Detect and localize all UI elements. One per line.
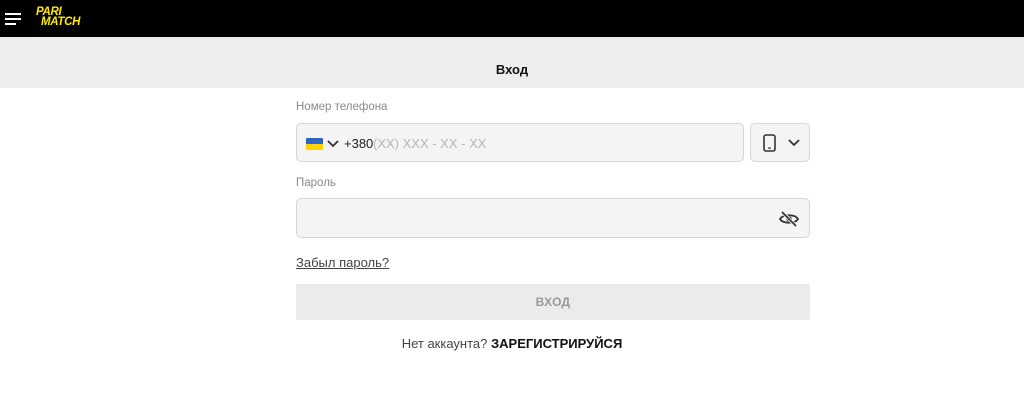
logo-line-2: MATCH: [41, 16, 81, 28]
login-button[interactable]: ВХОД: [296, 284, 810, 320]
country-selector[interactable]: [306, 137, 342, 151]
phone-label: Номер телефона: [296, 101, 388, 113]
password-field[interactable]: [296, 198, 810, 238]
device-selector-button[interactable]: [750, 123, 810, 162]
title-bar: Вход: [0, 37, 1024, 88]
password-label: Пароль: [296, 177, 336, 189]
chevron-down-icon: [327, 140, 339, 148]
phone-prefix: +380: [344, 136, 374, 151]
eye-off-icon[interactable]: [778, 210, 800, 228]
password-input[interactable]: [309, 208, 769, 230]
register-prompt: Нет аккаунта?: [401, 336, 488, 351]
register-row: Нет аккаунта? ЗАРЕГИСТРИРУЙСЯ: [0, 336, 1024, 351]
register-link[interactable]: ЗАРЕГИСТРИРУЙСЯ: [491, 336, 622, 351]
phone-field[interactable]: +380: [296, 123, 744, 162]
phone-input[interactable]: [373, 132, 733, 154]
parimatch-logo[interactable]: PARI MATCH: [33, 5, 103, 29]
forgot-password-link[interactable]: Забыл пароль?: [296, 255, 389, 270]
top-bar: PARI MATCH: [0, 0, 1024, 37]
page-title: Вход: [495, 62, 529, 77]
ukraine-flag-icon: [306, 138, 323, 150]
hamburger-menu-icon[interactable]: [5, 12, 21, 25]
chevron-down-icon: [788, 139, 800, 147]
smartphone-icon: [763, 134, 776, 152]
